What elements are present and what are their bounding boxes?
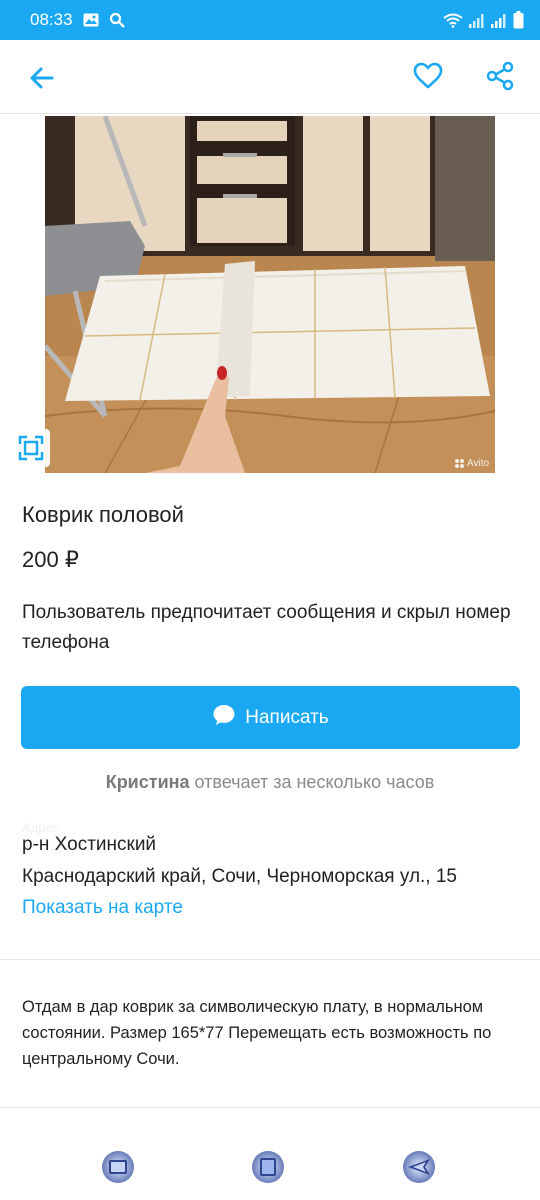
search-icon xyxy=(109,12,125,28)
heart-icon[interactable] xyxy=(412,60,444,92)
status-bar: 08:33 xyxy=(0,0,540,40)
show-on-map-link[interactable]: Показать на карте xyxy=(22,897,183,919)
address-text: Краснодарский край, Сочи, Черноморская у… xyxy=(22,866,457,887)
write-button-label: Написать xyxy=(245,706,329,728)
avito-logo-icon xyxy=(455,459,464,468)
chat-bubble-icon xyxy=(212,703,236,733)
seller-response-line: Кристина отвечает за несколько часов xyxy=(0,772,540,793)
battery-icon xyxy=(513,11,524,29)
listing-price: 200 ₽ xyxy=(22,547,79,572)
home-icon[interactable] xyxy=(251,1150,285,1184)
back-icon[interactable] xyxy=(402,1150,436,1184)
listing-photo[interactable] xyxy=(45,116,495,473)
listing-title: Коврик половой xyxy=(22,502,184,527)
watermark-text: Avito xyxy=(467,458,490,469)
image-icon xyxy=(83,13,99,27)
share-icon[interactable] xyxy=(484,60,516,92)
listing-description: Отдам в дар коврик за символическую плат… xyxy=(22,998,492,1068)
write-message-button[interactable]: Написать xyxy=(21,686,520,749)
back-arrow-icon[interactable] xyxy=(26,62,58,94)
address-label: Адрес xyxy=(22,820,60,835)
contact-preference-text: Пользователь предпочитает сообщения и ск… xyxy=(22,602,511,653)
seller-name[interactable]: Кристина xyxy=(106,772,190,792)
district-text: р-н Хостинский xyxy=(22,834,157,855)
signal-icon xyxy=(469,13,485,28)
seller-response-time: отвечает за несколько часов xyxy=(194,772,435,792)
photo-watermark: Avito xyxy=(455,458,489,469)
divider xyxy=(0,1107,540,1108)
app-bar xyxy=(0,40,540,114)
fullscreen-icon[interactable] xyxy=(12,429,50,467)
wifi-icon xyxy=(443,13,463,28)
status-time: 08:33 xyxy=(30,10,73,29)
divider xyxy=(0,959,540,960)
signal-icon xyxy=(491,13,507,28)
recent-apps-icon[interactable] xyxy=(101,1150,135,1184)
